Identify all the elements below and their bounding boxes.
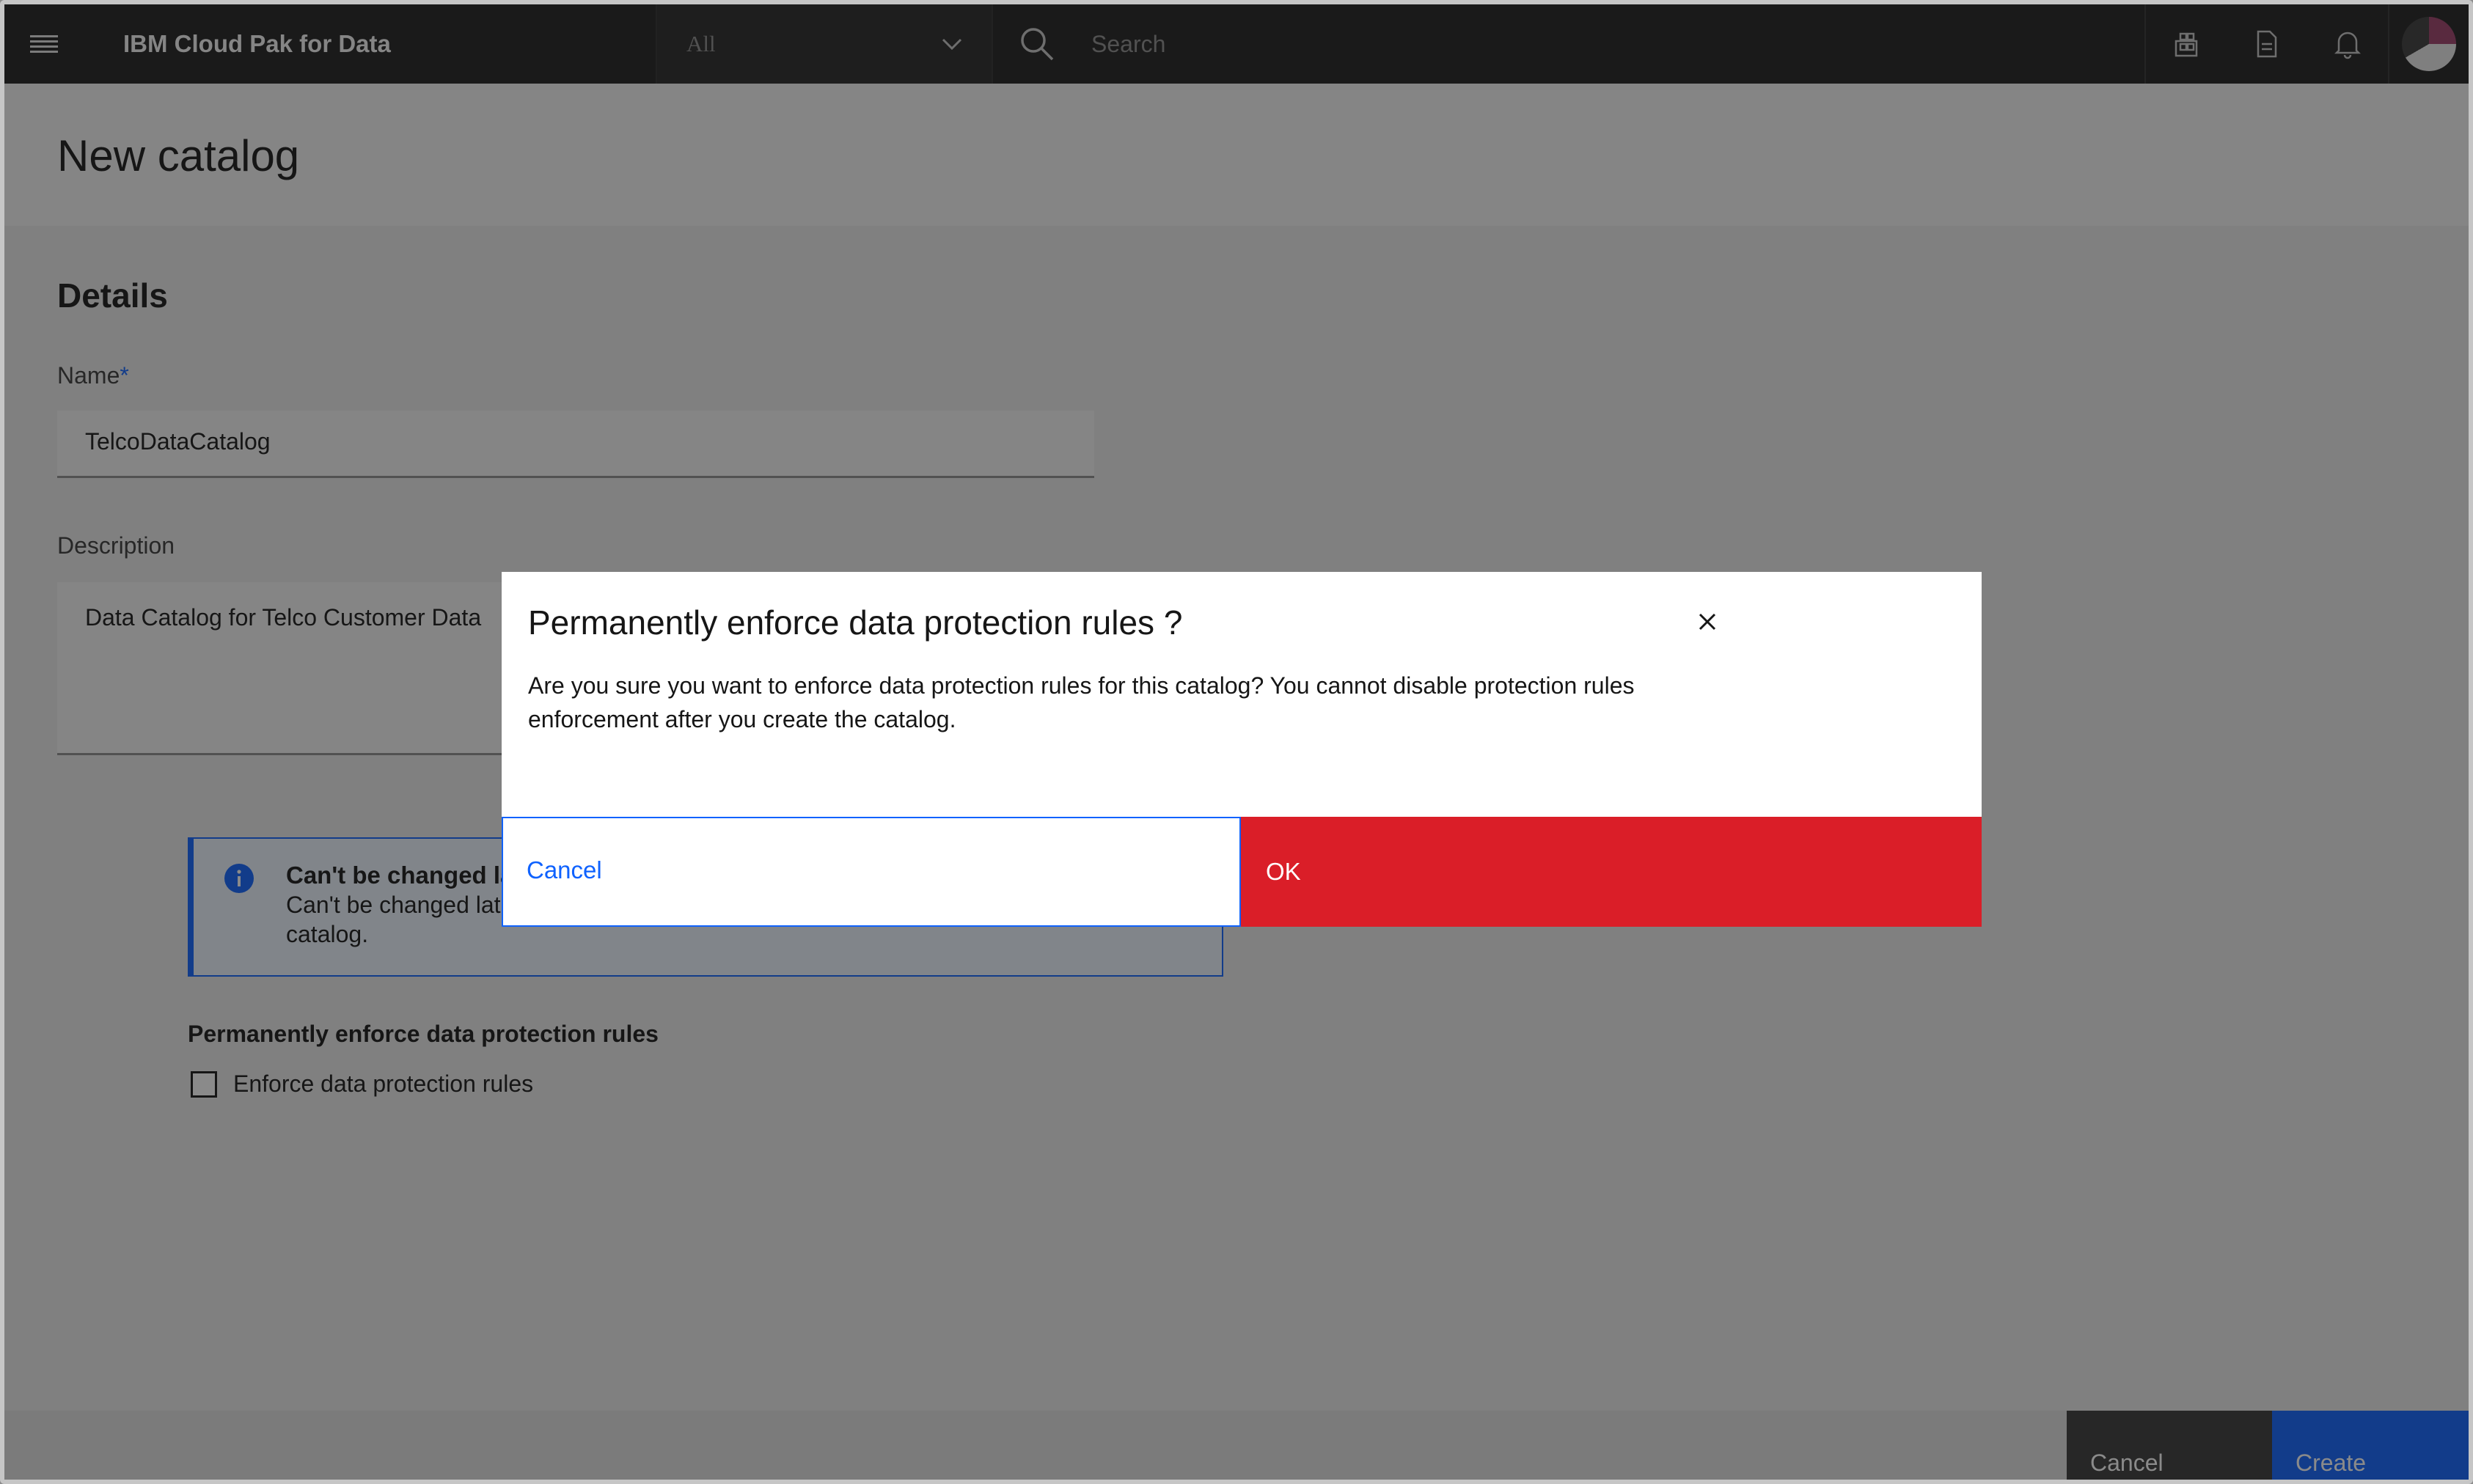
app-window: IBM Cloud Pak for Data All Search <box>0 0 2473 1484</box>
close-icon[interactable] <box>1685 600 1729 644</box>
modal-body-text: Are you sure you want to enforce data pr… <box>528 672 1635 732</box>
modal-heading: Permanently enforce data protection rule… <box>528 603 1183 642</box>
confirm-modal: Permanently enforce data protection rule… <box>502 572 1982 927</box>
modal-ok-button[interactable]: OK <box>1241 817 1982 927</box>
modal-cancel-button[interactable]: Cancel <box>502 817 1241 927</box>
